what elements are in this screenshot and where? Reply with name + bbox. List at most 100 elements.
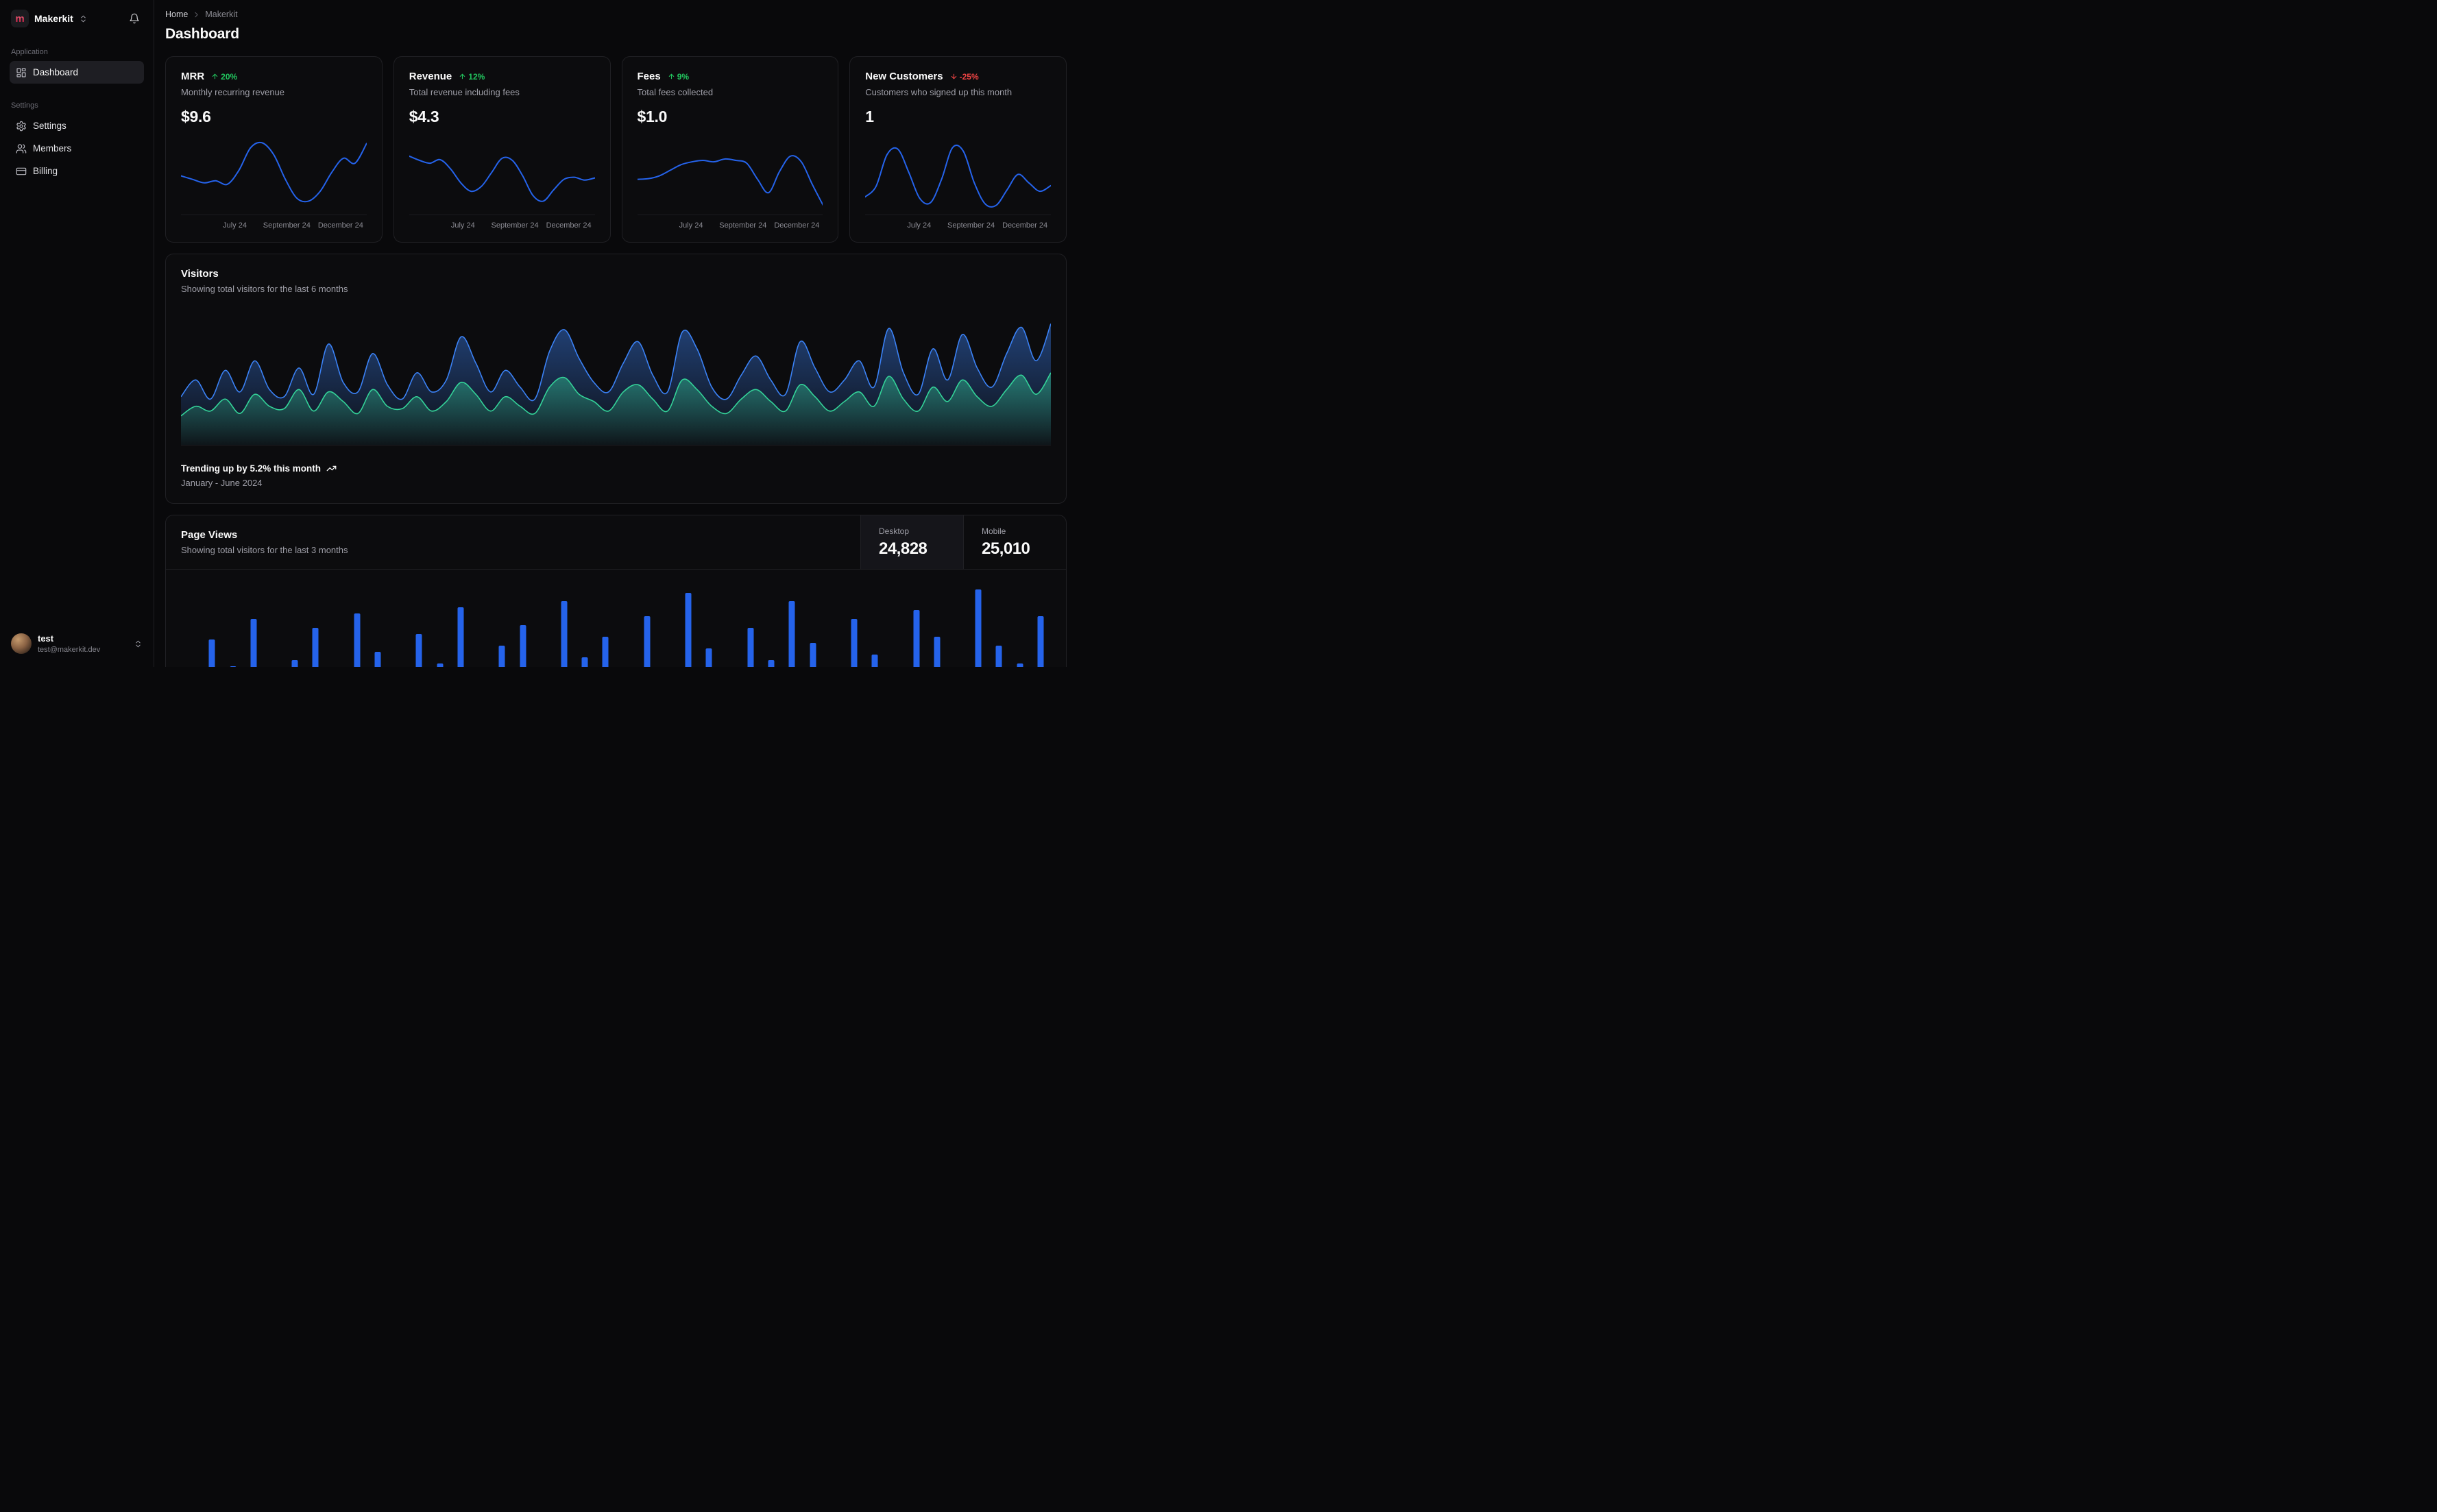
- sidebar-item-label: Billing: [33, 166, 58, 176]
- trend-badge: -25%: [950, 72, 979, 82]
- trending-up-icon: [326, 465, 337, 472]
- desktop-value: 24,828: [879, 539, 927, 558]
- stat-subtitle: Total revenue including fees: [409, 87, 520, 97]
- stat-value: $1.0: [637, 108, 668, 125]
- x-tick-label: July 24: [450, 221, 475, 230]
- bar: [1037, 615, 1044, 667]
- main-content: Home Makerkit Dashboard MRR 20% Monthly …: [154, 0, 1075, 667]
- page-views-subtitle: Showing total visitors for the last 3 mo…: [181, 545, 348, 555]
- desktop-toggle[interactable]: Desktop 24,828: [860, 515, 963, 569]
- page-views-header: Page Views Showing total visitors for th…: [166, 515, 1066, 570]
- bar: [851, 619, 858, 667]
- user-avatar: [11, 633, 32, 655]
- stat-value: $4.3: [409, 108, 439, 125]
- stat-cards-row: MRR 20% Monthly recurring revenue $9.6 J…: [165, 56, 1067, 243]
- stat-card-header: MRR 20%: [181, 71, 367, 82]
- bar: [250, 619, 257, 667]
- visitors-period: January - June 2024: [181, 478, 263, 488]
- bar: [561, 601, 568, 667]
- gear-icon: [16, 121, 26, 131]
- stat-subtitle: Monthly recurring revenue: [181, 87, 285, 97]
- revenue-sparkline-chart: [409, 136, 595, 215]
- sparkline-wrap: July 24 September 24 December 24: [409, 136, 595, 232]
- trend-badge: 20%: [211, 72, 237, 82]
- bar: [602, 637, 609, 667]
- bar: [913, 610, 920, 667]
- notifications-button[interactable]: [126, 10, 143, 27]
- workspace-name: Makerkit: [34, 13, 73, 24]
- sidebar-item-billing[interactable]: Billing: [10, 160, 144, 182]
- bar: [685, 592, 692, 667]
- breadcrumb: Home Makerkit: [165, 10, 1067, 19]
- x-tick-label: September 24: [263, 221, 311, 230]
- bar: [354, 613, 361, 667]
- section-label: Settings: [11, 101, 38, 110]
- users-icon: [16, 143, 27, 154]
- user-menu[interactable]: test test@makerkit.dev: [10, 631, 144, 657]
- sparkline-wrap: July 24 September 24 December 24: [637, 136, 823, 232]
- sidebar-item-members[interactable]: Members: [10, 137, 144, 160]
- x-tick-label: July 24: [223, 221, 247, 230]
- bar: [995, 645, 1002, 667]
- bar: [975, 589, 982, 667]
- sidebar: m Makerkit Application Dashboard Setting…: [0, 0, 154, 667]
- section-label: Application: [11, 48, 48, 56]
- stat-value: $9.6: [181, 108, 211, 125]
- bar: [768, 660, 775, 667]
- visitors-area-chart: [181, 312, 1051, 446]
- visitors-trend: Trending up by 5.2% this month: [181, 463, 1051, 474]
- stat-subtitle: Customers who signed up this month: [865, 87, 1013, 97]
- user-meta: test test@makerkit.dev: [38, 633, 100, 655]
- stat-card-mrr: MRR 20% Monthly recurring revenue $9.6 J…: [165, 56, 383, 243]
- bar: [312, 628, 319, 667]
- arrow-up-icon: [212, 73, 218, 80]
- stat-value: 1: [865, 108, 874, 125]
- bell-icon: [130, 13, 139, 24]
- trend-badge: 9%: [668, 72, 689, 82]
- mobile-toggle[interactable]: Mobile 25,010: [963, 515, 1066, 569]
- x-tick-label: December 24: [317, 221, 363, 230]
- logo-letter: m: [15, 12, 25, 25]
- workspace-switcher[interactable]: m Makerkit: [11, 10, 88, 27]
- visitors-subtitle: Showing total visitors for the last 6 mo…: [181, 284, 348, 294]
- bar: [230, 666, 237, 667]
- stat-card-new-customers: New Customers -25% Customers who signed …: [849, 56, 1067, 243]
- x-tick-label: July 24: [679, 221, 703, 230]
- sidebar-item-dashboard[interactable]: Dashboard: [10, 61, 144, 84]
- user-name: test: [38, 633, 54, 644]
- layout-dashboard-icon: [16, 67, 26, 77]
- sidebar-section-application: Application Dashboard: [10, 48, 144, 84]
- breadcrumb-home-link[interactable]: Home: [165, 10, 188, 19]
- sparkline-x-labels: July 24 September 24 December 24: [181, 220, 367, 232]
- bar: [934, 637, 941, 667]
- sidebar-header: m Makerkit: [10, 7, 144, 30]
- visitors-card: Visitors Showing total visitors for the …: [165, 254, 1067, 504]
- x-tick-label: September 24: [947, 221, 995, 230]
- bar: [457, 607, 464, 667]
- arrow-up-icon: [668, 73, 674, 80]
- fees-sparkline-chart: [637, 136, 823, 215]
- stat-card-header: Fees 9%: [638, 71, 823, 82]
- stat-card-header: New Customers -25%: [865, 71, 1051, 82]
- bar: [437, 663, 444, 667]
- trend-value: 12%: [468, 71, 485, 82]
- desktop-label: Desktop: [879, 526, 910, 536]
- visitors-title: Visitors: [181, 268, 219, 280]
- trend-value: 20%: [221, 71, 238, 82]
- trend-value: -25%: [959, 71, 979, 82]
- visitors-trend-text: Trending up by 5.2% this month: [181, 463, 322, 474]
- arrow-down-icon: [951, 73, 956, 80]
- mobile-label: Mobile: [982, 526, 1006, 536]
- x-tick-label: December 24: [546, 221, 592, 230]
- x-tick-label: July 24: [907, 221, 932, 230]
- sidebar-item-label: Members: [33, 143, 72, 154]
- sidebar-item-label: Dashboard: [33, 67, 79, 77]
- arrow-up-icon: [460, 73, 465, 80]
- chevron-right-icon: [195, 12, 198, 17]
- sidebar-item-settings[interactable]: Settings: [10, 114, 144, 137]
- bar: [788, 601, 795, 667]
- x-tick-label: December 24: [1002, 221, 1048, 230]
- mobile-value: 25,010: [982, 539, 1030, 558]
- stat-subtitle: Total fees collected: [637, 87, 714, 97]
- bar: [520, 624, 526, 667]
